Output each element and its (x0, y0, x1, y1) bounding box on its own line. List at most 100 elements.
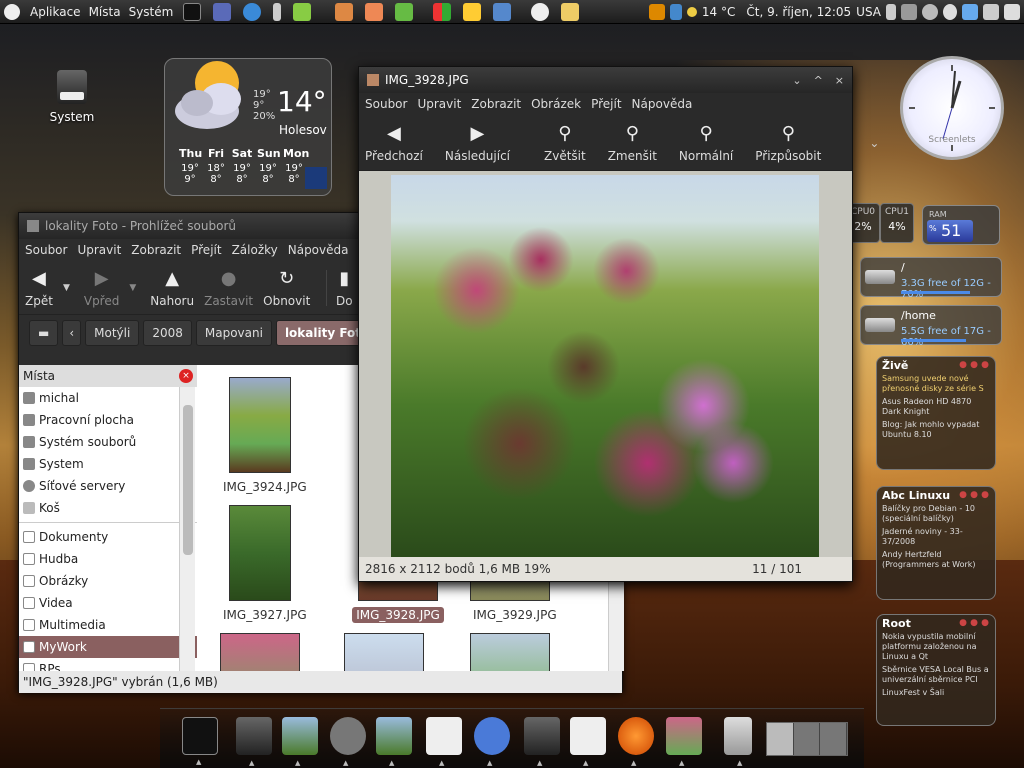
files-launcher-icon[interactable] (293, 2, 312, 21)
rss-item[interactable]: Andy Hertzfeld (Programmers at Work) (882, 550, 990, 570)
file-item[interactable]: IMG_3927.JPG (219, 505, 307, 623)
workspace-2[interactable] (793, 723, 821, 755)
iv-menu-view[interactable]: Zobrazit (471, 97, 521, 111)
crumb-mapovani[interactable]: Mapovani (195, 320, 272, 346)
sidebar-item-videos[interactable]: Videa (19, 592, 197, 614)
forward-button[interactable]: ▶ Vpřed (84, 268, 120, 308)
menu-applications[interactable]: Aplikace (30, 5, 81, 19)
dock-viewer-icon[interactable] (666, 717, 702, 767)
zoom-normal-button[interactable]: ⚲ Normální (679, 123, 733, 163)
file-item[interactable] (343, 633, 425, 671)
globe-launcher-icon[interactable] (531, 2, 550, 21)
sidebar-item-mywork[interactable]: MyWork (19, 636, 197, 658)
disk-home-widget[interactable]: /home 5.5G free of 17G - 66% (860, 305, 1002, 348)
close-icon[interactable]: × (179, 369, 193, 383)
dock-drive-icon[interactable] (524, 717, 560, 767)
weather-widget[interactable]: 19° 9° 20% 14° Holesov Thu Fri Sat Sun Mon 19°… (164, 58, 332, 196)
zoom-in-button[interactable]: ⚲ Zvětšit (544, 123, 586, 163)
rss-zive-widget[interactable]: Živě Samsung uvede nové přenosné disky z… (876, 356, 996, 470)
clock-widget[interactable]: Screenlets (900, 56, 1004, 160)
breadcrumb-left-icon[interactable]: ‹ (62, 320, 82, 346)
display-icon[interactable] (962, 4, 978, 20)
gear-icon[interactable] (983, 4, 999, 20)
office-launcher-icon[interactable] (335, 2, 354, 21)
user-status-icon[interactable] (922, 4, 938, 20)
search-icon[interactable] (943, 4, 957, 20)
rss-item[interactable]: Jaderné noviny - 33-37/2008 (882, 527, 990, 547)
file-item[interactable] (219, 633, 301, 671)
fm-menu-view[interactable]: Zobrazit (131, 243, 181, 257)
gnome-foot-icon[interactable] (4, 3, 20, 20)
disk-root-widget[interactable]: / 3.3G free of 12G - 70% (860, 257, 1002, 300)
sidebar-scrollbar-thumb[interactable] (183, 405, 193, 555)
dock-document-icon[interactable] (426, 717, 462, 767)
editor-launcher-icon[interactable] (213, 2, 232, 21)
sidebar-item-pictures[interactable]: Obrázky (19, 570, 197, 592)
up-button[interactable]: ▲ Nahoru (150, 268, 194, 308)
rss-item[interactable]: Blog: Jak mohlo vypadat Ubuntu 8.10 (882, 420, 990, 440)
rss-root-widget[interactable]: Root Nokia vypustila mobilní platformu z… (876, 614, 996, 726)
window-menu-icon[interactable]: ⌄ (792, 74, 801, 87)
back-button[interactable]: ◀ Zpět (25, 268, 53, 308)
dock-gimp-icon[interactable] (330, 717, 366, 767)
back-history-chevron-icon[interactable]: ▼ (63, 283, 70, 293)
workspace-1[interactable] (767, 723, 794, 755)
file-item[interactable]: IMG_3924.JPG (219, 377, 307, 495)
panel-temperature[interactable]: 14 °C (702, 5, 735, 19)
calc-launcher-icon[interactable] (395, 2, 414, 21)
menu-places[interactable]: Místa (89, 5, 121, 19)
crumb-2008[interactable]: 2008 (143, 320, 192, 346)
cube-launcher-icon[interactable] (493, 2, 512, 21)
iv-menu-image[interactable]: Obrázek (531, 97, 581, 111)
rss-abclinuxu-widget[interactable]: Abc Linuxu Balíčky pro Debian - 10 (spec… (876, 486, 996, 600)
impress-launcher-icon[interactable] (365, 2, 384, 21)
cpu1-meter[interactable]: CPU1 4% (880, 203, 914, 243)
notes-launcher-icon[interactable] (561, 2, 580, 21)
desktop-system-icon[interactable]: System (42, 70, 102, 124)
iv-menu-file[interactable]: Soubor (365, 97, 407, 111)
sidebar-item-system[interactable]: System (19, 453, 197, 475)
close-icon[interactable]: × (835, 74, 844, 87)
sidebar-header[interactable]: Místa × (19, 365, 197, 387)
terminal-launcher-icon[interactable] (183, 2, 202, 21)
network-status-icon[interactable] (669, 4, 682, 20)
rss-item[interactable]: Samsung uvede nové přenosné disky ze sér… (882, 374, 990, 394)
dock-drive-icon[interactable] (236, 717, 272, 767)
edit-location-button[interactable]: ▬ (29, 320, 59, 346)
forward-history-chevron-icon[interactable]: ▼ (129, 283, 136, 293)
sidebar-item-trash[interactable]: Koš (19, 497, 197, 519)
media-launcher-icon[interactable] (463, 2, 482, 21)
ram-meter[interactable]: RAM 51 % (922, 205, 1000, 245)
panel-clock[interactable]: Čt, 9. říjen, 12:05 (746, 5, 851, 19)
iv-menu-go[interactable]: Přejít (591, 97, 621, 111)
fm-menu-edit[interactable]: Upravit (77, 243, 121, 257)
sidebar-item-filesystem[interactable]: Systém souborů (19, 431, 197, 453)
sidebar-item-desktop[interactable]: Pracovní plocha (19, 409, 197, 431)
fm-menu-file[interactable]: Soubor (25, 243, 67, 257)
sidebar-scrollbar[interactable] (179, 387, 195, 671)
maximize-icon[interactable]: ^ (814, 74, 823, 87)
dock-mail-icon[interactable] (474, 717, 510, 767)
bluetooth-icon[interactable] (886, 4, 896, 20)
fm-menu-help[interactable]: Nápověda (288, 243, 349, 257)
home-button[interactable]: ▮ Do (333, 268, 355, 308)
sidebar-item-michal[interactable]: michal (19, 387, 197, 409)
zoom-out-button[interactable]: ⚲ Zmenšit (608, 123, 657, 163)
iv-menu-help[interactable]: Nápověda (632, 97, 693, 111)
rss-item[interactable]: Sběrnice VESA Local Bus a univerzální sb… (882, 665, 990, 685)
sidebar-item-music[interactable]: Hudba (19, 548, 197, 570)
dock-photo-icon[interactable] (376, 717, 412, 767)
crumb-motyli[interactable]: Motýli (85, 320, 140, 346)
reload-button[interactable]: ↻ Obnovit (263, 268, 310, 308)
dock-terminal-icon[interactable] (182, 717, 218, 766)
rss-item[interactable]: Asus Radeon HD 4870 Dark Knight (882, 397, 990, 417)
dock-firefox-icon[interactable] (618, 717, 654, 767)
previous-button[interactable]: ◀ Předchozí (365, 123, 423, 163)
fm-menu-bookmarks[interactable]: Záložky (232, 243, 278, 257)
dock-trash-icon[interactable] (724, 717, 752, 767)
volume-icon[interactable] (901, 4, 917, 20)
zoom-fit-button[interactable]: ⚲ Přizpůsobit (755, 123, 821, 163)
network-launcher-icon[interactable] (243, 2, 262, 21)
settings-launcher-icon[interactable] (273, 2, 282, 21)
keyboard-layout[interactable]: USA (856, 5, 881, 19)
